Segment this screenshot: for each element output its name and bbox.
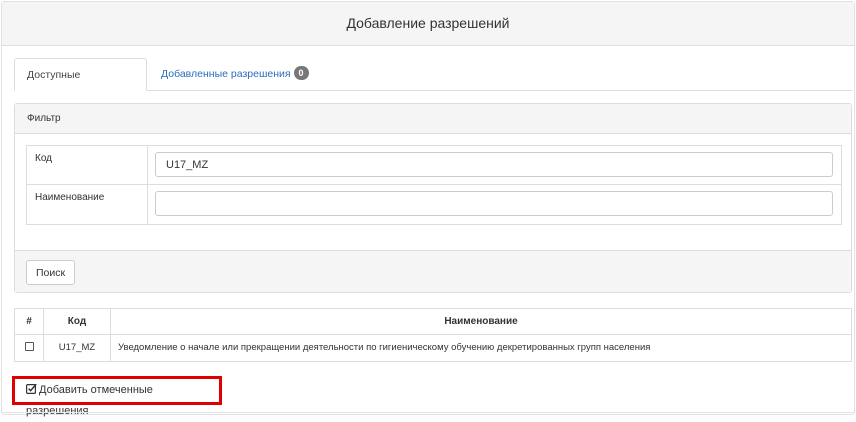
results-table: # Код Наименование U17_MZ Уведомление о … [14, 308, 852, 362]
modal-title: Добавление разрешений [2, 2, 854, 46]
tab-label: Добавленные разрешения [161, 68, 291, 80]
filter-heading: Фильтр [15, 104, 851, 134]
search-button[interactable]: Поиск [26, 260, 75, 285]
tab-added-permissions[interactable]: Добавленные разрешения 0 [149, 58, 321, 91]
filter-footer: Поиск [15, 250, 851, 292]
row-name: Уведомление о начале или прекращении дея… [118, 342, 651, 353]
filter-row-name: Наименование [27, 185, 841, 224]
row-select-cell [15, 335, 44, 361]
name-input[interactable] [155, 191, 833, 216]
tab-bar: Доступные разрешения Добавленные разреше… [14, 58, 852, 113]
row-code: U17_MZ [44, 335, 111, 361]
code-label: Код [27, 146, 148, 184]
modal-window: Добавление разрешений Доступные разрешен… [1, 1, 855, 417]
add-button-highlight: Добавить отмеченные разрешения [12, 376, 222, 417]
column-header-code: Код [44, 309, 111, 334]
column-header-number: # [15, 309, 44, 334]
filter-row-code: Код [27, 146, 841, 185]
divider [2, 412, 854, 413]
code-input[interactable] [155, 152, 833, 177]
filter-form: Код Наименование [26, 145, 842, 225]
tab-available-permissions[interactable]: Доступные разрешения [14, 58, 147, 113]
column-header-name: Наименование [444, 316, 518, 327]
check-square-icon [26, 381, 37, 395]
count-badge: 0 [293, 66, 309, 80]
name-label: Наименование [27, 185, 148, 224]
row-checkbox[interactable] [24, 342, 34, 352]
table-row: U17_MZ Уведомление о начале или прекраще… [15, 335, 851, 361]
filter-panel: Фильтр Код Наименование Поиск [14, 103, 852, 293]
add-checked-permissions-button[interactable]: Добавить отмеченные разрешения [17, 380, 217, 417]
table-header: # Код Наименование [15, 309, 851, 335]
